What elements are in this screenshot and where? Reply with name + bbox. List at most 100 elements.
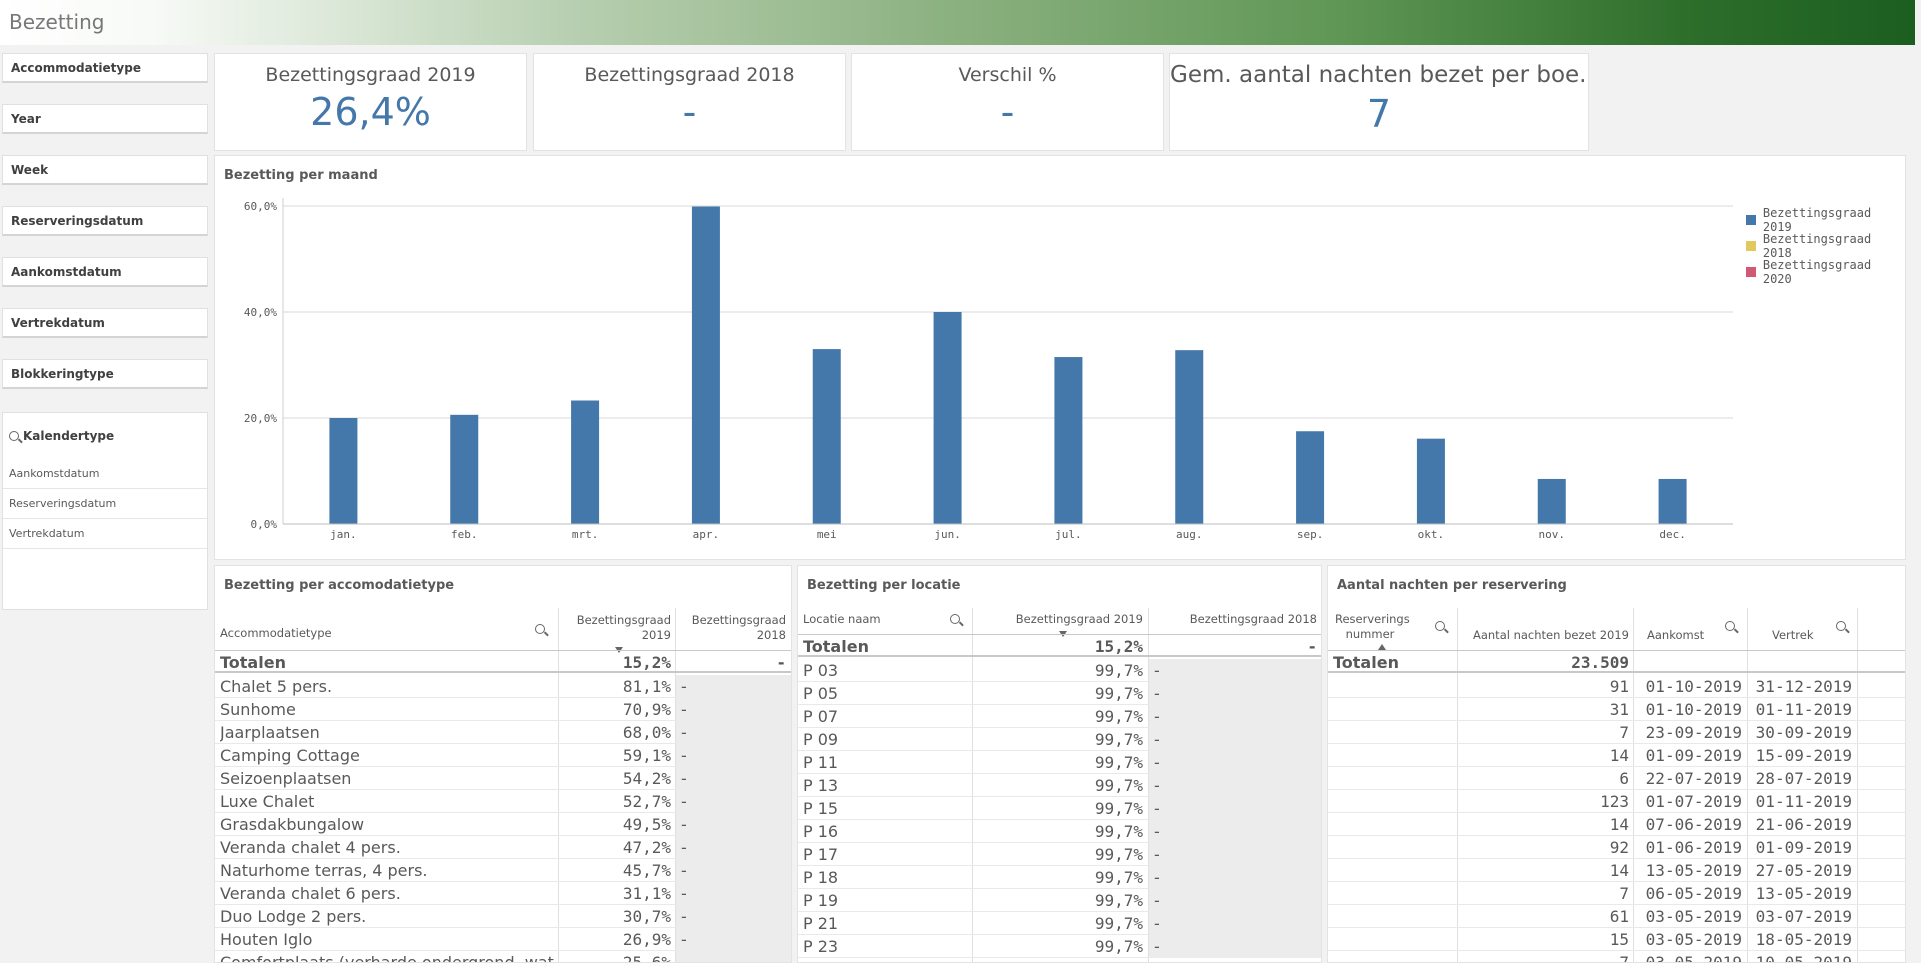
table-row[interactable]: P 09 99,7% - [798, 728, 1321, 751]
column-header-bezettingsgraad-2018[interactable]: Bezettingsgraad 2018 [1152, 612, 1317, 626]
kpi-gem-nachten[interactable]: Gem. aantal nachten bezet per boe... 7 [1169, 53, 1589, 151]
search-icon[interactable] [1836, 621, 1846, 631]
table-row[interactable]: P 13 99,7% - [798, 774, 1321, 797]
table-row[interactable]: P 18 99,7% - [798, 866, 1321, 889]
bar[interactable] [1296, 431, 1325, 524]
cell-bezettingsgraad-2019: 31,1% [622, 884, 671, 903]
column-header-bezettingsgraad-2019[interactable]: Bezettingsgraad 2019 [976, 612, 1143, 626]
column-header-bezettingsgraad-2018[interactable]: Bezettingsgraad 2018 [679, 613, 786, 643]
table-row[interactable]: P 17 99,7% - [798, 843, 1321, 866]
column-header-reserveringsnummer[interactable]: Reserverings nummer [1335, 612, 1410, 642]
search-icon[interactable] [9, 431, 19, 441]
column-header-accommodatietype[interactable]: Accommodatietype [220, 626, 332, 640]
table-row[interactable]: Comfortplaats (verharde ondergrond, wate… [215, 951, 791, 962]
cell-locatie-naam: P 09 [803, 730, 839, 749]
bar[interactable] [329, 418, 358, 524]
filter-accommodatietype[interactable]: Accommodatietype [2, 53, 208, 83]
table-row[interactable]: Houten Iglo 26,9% - [215, 928, 791, 951]
kalendertype-item-aankomstdatum[interactable]: Aankomstdatum [3, 459, 207, 489]
search-icon[interactable] [535, 624, 545, 634]
table-row[interactable]: Sunhome 70,9% - [215, 698, 791, 721]
table-row[interactable]: P 23 99,7% - [798, 935, 1321, 958]
table-row[interactable]: Chalet 5 pers. 81,1% - [215, 675, 791, 698]
table-row[interactable]: 91 01-10-2019 31-12-2019 [1328, 675, 1905, 698]
column-header-vertrek[interactable]: Vertrek [1772, 628, 1814, 642]
table-row[interactable]: 15 03-05-2019 18-05-2019 [1328, 928, 1905, 951]
table-row[interactable]: 31 01-10-2019 01-11-2019 [1328, 698, 1905, 721]
kpi-verschil[interactable]: Verschil % - [851, 53, 1164, 151]
bar-chart-svg: 0,0% 20,0% 40,0% 60,0% jan. feb. mrt. apr. mei ju… [244, 198, 1733, 541]
header-bar: Bezetting [0, 0, 1915, 45]
cell-bezettingsgraad-2018: - [676, 675, 791, 698]
bar[interactable] [933, 312, 962, 524]
table-row[interactable]: Jaarplaatsen 68,0% - [215, 721, 791, 744]
filter-blokkeringtype[interactable]: Blokkeringtype [2, 359, 208, 389]
cell-bezettingsgraad-2019: 99,7% [1094, 753, 1143, 772]
kpi-bezettingsgraad-2019[interactable]: Bezettingsgraad 2019 26,4% [214, 53, 527, 151]
kalendertype-item-vertrekdatum[interactable]: Vertrekdatum [3, 519, 207, 549]
chart-bezetting-per-maand[interactable]: Bezetting per maand 0,0% 20,0% 40,0% 60,0% j… [214, 155, 1906, 560]
bar[interactable] [691, 206, 720, 524]
table-row[interactable]: Duo Lodge 2 pers. 30,7% - [215, 905, 791, 928]
bar[interactable] [1175, 350, 1204, 524]
table-row[interactable]: 6 22-07-2019 28-07-2019 [1328, 767, 1905, 790]
cell-aankomst: 01-06-2019 [1645, 838, 1742, 857]
cell-bezettingsgraad-2019: 99,7% [1094, 661, 1143, 680]
table-row[interactable]: 61 03-05-2019 03-07-2019 [1328, 905, 1905, 928]
table-row[interactable]: P 16 99,7% - [798, 820, 1321, 843]
table-title: Aantal nachten per reservering [1337, 578, 1567, 593]
column-header-locatie-naam[interactable]: Locatie naam [803, 612, 881, 626]
table-row[interactable]: Camping Cottage 59,1% - [215, 744, 791, 767]
cell-bezettingsgraad-2018: - [1149, 682, 1321, 705]
search-icon[interactable] [1725, 621, 1735, 631]
bar[interactable] [571, 400, 600, 524]
table-row[interactable]: P 15 99,7% - [798, 797, 1321, 820]
bar[interactable] [1054, 357, 1083, 524]
filter-year[interactable]: Year [2, 104, 208, 134]
table-row[interactable]: 7 06-05-2019 13-05-2019 [1328, 882, 1905, 905]
filter-vertrekdatum[interactable]: Vertrekdatum [2, 308, 208, 338]
cell-bezettingsgraad-2019: 49,5% [622, 815, 671, 834]
table-row[interactable]: 14 07-06-2019 21-06-2019 [1328, 813, 1905, 836]
table-row[interactable]: 14 13-05-2019 27-05-2019 [1328, 859, 1905, 882]
cell-bezettingsgraad-2019: 99,7% [1094, 707, 1143, 726]
table-row[interactable]: Seizoenplaatsen 54,2% - [215, 767, 791, 790]
table-row[interactable]: 7 03-05-2019 10-05-2019 [1328, 951, 1905, 962]
kalendertype-header[interactable]: Kalendertype [9, 429, 114, 443]
bar[interactable] [450, 414, 479, 524]
bar[interactable] [1658, 478, 1687, 524]
table-row[interactable]: Naturhome terras, 4 pers. 45,7% - [215, 859, 791, 882]
column-header-bezettingsgraad-2019[interactable]: Bezettingsgraad 2019 [561, 613, 671, 643]
search-icon[interactable] [1435, 621, 1445, 631]
legend-item-2019[interactable]: Bezettingsgraad 2019 [1746, 206, 1905, 234]
column-header-aankomst[interactable]: Aankomst [1647, 628, 1704, 642]
kpi-bezettingsgraad-2018[interactable]: Bezettingsgraad 2018 - [533, 53, 846, 151]
table-row[interactable]: P 07 99,7% - [798, 705, 1321, 728]
table-row[interactable]: P 05 99,7% - [798, 682, 1321, 705]
filter-aankomstdatum[interactable]: Aankomstdatum [2, 257, 208, 287]
bar[interactable] [1416, 438, 1445, 524]
column-header-aantal-nachten[interactable]: Aantal nachten bezet 2019 [1461, 628, 1629, 642]
cell-bezettingsgraad-2019: 81,1% [622, 677, 671, 696]
legend-item-2018[interactable]: Bezettingsgraad 2018 [1746, 232, 1905, 260]
filter-week[interactable]: Week [2, 155, 208, 185]
table-row[interactable]: P 03 99,7% - [798, 659, 1321, 682]
table-row[interactable]: 7 23-09-2019 30-09-2019 [1328, 721, 1905, 744]
legend-item-2020[interactable]: Bezettingsgraad 2020 [1746, 258, 1905, 286]
search-icon[interactable] [950, 614, 960, 624]
table-row[interactable]: Veranda chalet 6 pers. 31,1% - [215, 882, 791, 905]
table-row[interactable]: P 19 99,7% - [798, 889, 1321, 912]
table-row[interactable]: Veranda chalet 4 pers. 47,2% - [215, 836, 791, 859]
table-row[interactable]: 14 01-09-2019 15-09-2019 [1328, 744, 1905, 767]
table-row[interactable]: P 11 99,7% - [798, 751, 1321, 774]
bar[interactable] [812, 349, 841, 524]
kalendertype-item-reserveringsdatum[interactable]: Reserveringsdatum [3, 489, 207, 519]
table-row[interactable]: Grasdakbungalow 49,5% - [215, 813, 791, 836]
bar[interactable] [1537, 478, 1566, 524]
cell-aantal-nachten: 91 [1609, 677, 1629, 696]
table-row[interactable]: 92 01-06-2019 01-09-2019 [1328, 836, 1905, 859]
table-row[interactable]: P 21 99,7% - [798, 912, 1321, 935]
table-row[interactable]: 123 01-07-2019 01-11-2019 [1328, 790, 1905, 813]
filter-reserveringsdatum[interactable]: Reserveringsdatum [2, 206, 208, 236]
table-row[interactable]: Luxe Chalet 52,7% - [215, 790, 791, 813]
